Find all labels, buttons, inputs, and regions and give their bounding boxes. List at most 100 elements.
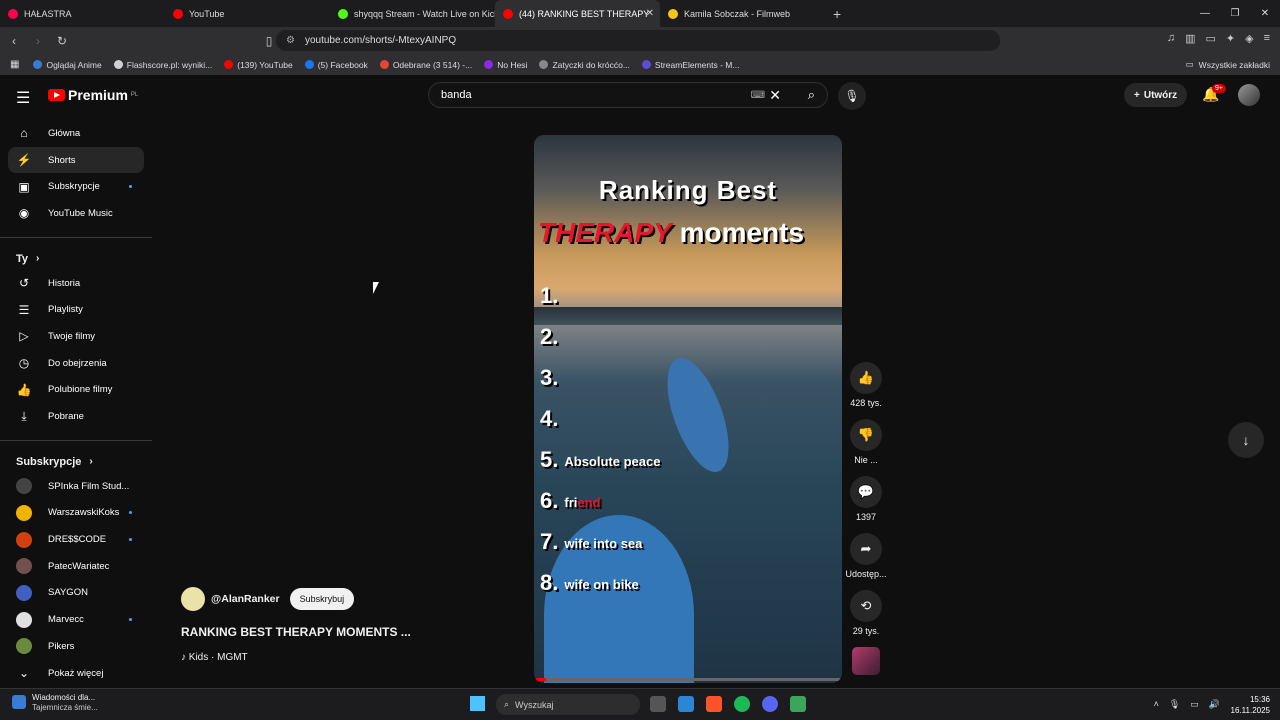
channel-name[interactable]: @AlanRanker (211, 593, 280, 605)
hamburger-menu-icon[interactable]: ☰ (16, 88, 30, 108)
subscription-item[interactable]: DRE$$CODE (0, 526, 152, 553)
bookmark-item[interactable]: StreamElements - M... (641, 59, 740, 70)
subscription-item[interactable]: Pikers (0, 633, 152, 660)
bookmark-favicon-icon (33, 60, 43, 69)
tab-favicon-icon (8, 8, 18, 19)
bookmark-item[interactable]: Oglądaj Anime (33, 60, 102, 70)
subscribe-button[interactable]: Subskrybuj (289, 588, 355, 610)
bookmark-label: StreamElements - M... (654, 59, 740, 70)
sidebar-item[interactable]: ◉ YouTube Music (0, 200, 152, 227)
next-short-arrow-down-icon[interactable]: ↓ (1228, 422, 1264, 458)
tab-label: shyqqq Stream - Watch Live on Kick (354, 8, 495, 19)
bookmark-favicon-icon (539, 60, 549, 69)
sidebar-icon[interactable]: ▥ (1185, 32, 1195, 45)
subscription-item[interactable]: Marvecc (0, 606, 152, 633)
browser-tab[interactable]: YouTube (165, 0, 330, 27)
all-bookmarks-button[interactable]: ▭ Wszystkie zakładki (1186, 59, 1270, 70)
subscription-item[interactable]: PatecWariatec (0, 553, 152, 580)
news-widget[interactable]: Wiadomości dla... Tajemnicza śmie... (12, 693, 98, 713)
tab-label: Kamila Sobczak - Filmweb (684, 8, 791, 19)
network-icon[interactable]: ▭ (1190, 699, 1199, 710)
sidebar-item[interactable]: 👍 Polubione filmy (0, 377, 152, 404)
media-icon[interactable]: ♫ (1167, 32, 1175, 45)
spotify-icon[interactable] (734, 696, 750, 712)
task-view-icon[interactable] (650, 696, 666, 712)
wallet-icon[interactable]: ▭ (1205, 32, 1215, 45)
app-icon[interactable] (790, 696, 806, 712)
sidebar-item[interactable]: ▷ Twoje filmy (0, 323, 152, 350)
sidebar-item[interactable]: ⚡ Shorts (8, 146, 144, 174)
video-progress-bar[interactable] (534, 678, 842, 681)
bookmark-item[interactable]: Zatyczki do krócćo... (539, 60, 630, 70)
sidebar-item[interactable]: ◷ Do obejrzenia (0, 350, 152, 377)
music-link[interactable]: ♪ Kids · MGMT (181, 652, 501, 663)
sidebar-item[interactable]: ↺ Historia (0, 270, 152, 297)
subscription-item[interactable]: WarszawskiKoks (0, 500, 152, 527)
sidebar-item[interactable]: ⤓ Pobrane (0, 403, 152, 430)
bookmark-item[interactable]: Flashscore.pl: wyniki... (113, 60, 212, 70)
subscription-item[interactable]: SPInka Film Stud... (0, 473, 152, 500)
remix-icon[interactable]: ⟲ (850, 590, 882, 622)
reload-icon[interactable]: ↻ (52, 34, 72, 48)
create-button[interactable]: + Utwórz (1124, 83, 1188, 107)
url-field[interactable]: ⚙ youtube.com/shorts/-MtexyAINPQ (276, 30, 1000, 51)
windows-start-icon[interactable] (470, 696, 485, 711)
tray-chevron-icon[interactable]: ˄ (1154, 699, 1159, 710)
back-icon[interactable]: ‹ (4, 34, 24, 48)
bookmark-item[interactable]: (5) Facebook (304, 59, 368, 70)
sidebar-item[interactable]: ▣ Subskrypcje (0, 173, 152, 200)
browser-tab[interactable]: shyqqq Stream - Watch Live on Kick (330, 0, 495, 27)
subscription-item[interactable]: SAYGON (0, 580, 152, 607)
account-avatar[interactable] (1238, 84, 1260, 106)
chevron-right-icon: › (89, 456, 93, 468)
discord-icon[interactable] (762, 696, 778, 712)
microphone-icon[interactable]: 🎙 (838, 82, 866, 110)
show-more-button[interactable]: ⌄ Pokaż więcej (0, 660, 152, 687)
taskbar-search-input[interactable]: ⌕ Wyszukaj (496, 694, 640, 715)
channel-avatar[interactable] (181, 587, 205, 611)
bookmark-item[interactable]: Odebrane (3 514) -... (379, 60, 472, 70)
vpn-icon[interactable]: ◈ (1245, 32, 1253, 45)
forward-icon[interactable]: › (28, 34, 48, 48)
taskbar-search-placeholder: Wyszukaj (515, 699, 554, 710)
leo-icon[interactable]: ✦ (1226, 32, 1235, 45)
maximize-button[interactable]: ❐ (1220, 8, 1250, 19)
sound-thumbnail[interactable] (840, 647, 892, 675)
clear-search-icon[interactable]: ✕ (769, 87, 781, 104)
remix-count: 29 tys. (852, 626, 880, 636)
close-tab-icon[interactable]: ✕ (646, 8, 654, 19)
bookmark-item[interactable]: No Hesi (484, 60, 527, 70)
site-info-icon[interactable]: ⚙ (286, 35, 295, 46)
store-icon[interactable] (678, 696, 694, 712)
search-icon[interactable]: ⌕ (808, 87, 815, 103)
youtube-premium-logo[interactable]: Premium PL (48, 87, 138, 103)
clock[interactable]: 15:36 16.11.2025 (1231, 694, 1270, 716)
apps-icon[interactable]: ▦ (10, 59, 19, 70)
comment-icon[interactable]: 💬 (850, 476, 882, 508)
browser-tab[interactable]: HAŁASTRA (0, 0, 165, 27)
bookmark-label: (5) Facebook (317, 59, 368, 70)
search-input[interactable]: banda ⌨ ✕ ⌕ (428, 82, 828, 108)
thumbs-up-icon[interactable]: 👍 (850, 362, 882, 394)
minimize-button[interactable]: — (1190, 8, 1220, 19)
browser-tab[interactable]: (44) RANKING BEST THERAPY ✕ (495, 0, 660, 27)
share-icon[interactable]: ➦ (850, 533, 882, 565)
close-window-button[interactable]: ✕ (1250, 8, 1280, 19)
sidebar-item[interactable]: ⌂ Główna (0, 120, 152, 147)
menu-icon[interactable]: ≡ (1264, 32, 1270, 45)
short-video-player[interactable]: Ranking Best THERAPY moments 1. 2. 3. 4. 5. A… (534, 135, 842, 683)
browser-tab[interactable]: Kamila Sobczak - Filmweb (660, 0, 825, 27)
sidebar-item[interactable]: ☰ Playlisty (0, 296, 152, 323)
you-section-header[interactable]: Ty › (0, 248, 152, 270)
channel-avatar (16, 531, 32, 548)
keyboard-icon[interactable]: ⌨ (751, 90, 765, 101)
subs-section-header[interactable]: Subskrypcje › (0, 451, 152, 473)
brave-icon[interactable] (706, 696, 722, 712)
chevron-down-icon: ⌄ (18, 666, 30, 681)
short-title[interactable]: RANKING BEST THERAPY MOMENTS ... (181, 625, 501, 639)
mic-tray-icon[interactable]: 🎙 (1169, 699, 1180, 710)
new-tab-button[interactable]: + (833, 6, 841, 22)
thumbs-down-icon[interactable]: 👎 (850, 419, 882, 451)
volume-icon[interactable]: 🔊 (1209, 699, 1220, 710)
bookmark-item[interactable]: (139) YouTube (224, 60, 293, 70)
